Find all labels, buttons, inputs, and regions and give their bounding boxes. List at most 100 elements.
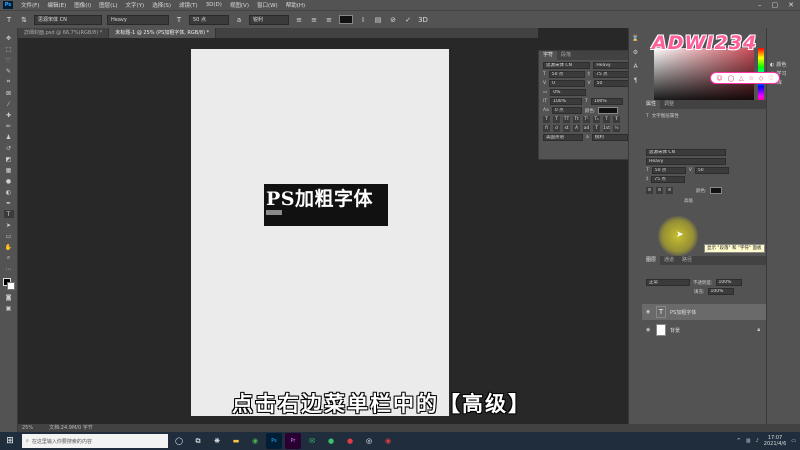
antialias-select[interactable]: 锐利 [249,14,289,25]
blend-mode-select[interactable]: 正常 [646,279,690,286]
props-align-center-icon[interactable]: ≡ [656,187,663,194]
netease-music-icon[interactable]: ◉ [380,433,396,449]
menu-view[interactable]: 视图(V) [226,1,253,9]
wechat-icon[interactable]: ✉ [304,433,320,449]
small-caps-button[interactable]: Tt [573,116,580,123]
opentype-ad-button[interactable]: ad [583,125,590,132]
props-align-left-icon[interactable]: ≡ [646,187,653,194]
quick-mask-icon[interactable]: ◙ [4,293,14,301]
tab-adjustments[interactable]: 调整 [660,100,678,109]
file-explorer-icon[interactable]: ▬ [228,433,244,449]
char-baseline[interactable]: 0 点 [551,107,582,114]
maximize-icon[interactable]: ▢ [772,1,779,9]
eraser-tool-icon[interactable]: ◩ [4,155,14,163]
healing-tool-icon[interactable]: ✚ [4,111,14,119]
document-canvas[interactable] [191,49,449,416]
opentype-swash-button[interactable]: σ [553,125,560,132]
menu-layer[interactable]: 图层(L) [95,1,121,9]
type-tool-icon[interactable]: T [4,15,14,25]
document-info[interactable]: 文档:24.9M/0 字节 [49,424,93,432]
superscript-button[interactable]: T¹ [583,116,590,123]
fill-field[interactable]: 100% [707,288,734,295]
tab-paths[interactable]: 路径 [678,256,696,265]
quick-select-tool-icon[interactable]: ✎ [4,67,14,75]
tab-paragraph[interactable]: 段落 [557,51,575,60]
char-leading[interactable]: 75 点 [593,71,629,78]
props-size[interactable]: 50 点 [651,167,686,174]
menu-select[interactable]: 选择(S) [148,1,175,9]
dodge-tool-icon[interactable]: ◐ [4,188,14,196]
cancel-icon[interactable]: ⊘ [388,15,398,25]
brush-tool-icon[interactable]: ✏ [4,122,14,130]
strikethrough-button[interactable]: Ŧ [613,116,620,123]
char-kerning[interactable]: 0 [549,80,585,87]
menu-window[interactable]: 窗口(W) [253,1,282,9]
align-center-icon[interactable]: ≡ [309,15,319,25]
app-grid-icon[interactable]: ❋ [209,433,225,449]
green-app-icon[interactable]: ● [323,433,339,449]
menu-file[interactable]: 文件(F) [17,1,43,9]
volume-icon[interactable]: ♪ [756,438,759,444]
photoshop-taskbar-icon[interactable]: Ps [266,433,282,449]
history-brush-icon[interactable]: ↺ [4,144,14,152]
chrome-icon[interactable]: ◉ [247,433,263,449]
opentype-1st-button[interactable]: 1st [603,125,610,132]
task-view-icon[interactable]: ⧉ [190,433,206,449]
zoom-tool-icon[interactable]: ⌕ [4,254,14,262]
menu-help[interactable]: 帮助(H) [282,1,309,9]
cortana-icon[interactable]: ◯ [171,433,187,449]
props-tracking[interactable]: 50 [694,167,729,174]
text-color-swatch[interactable] [339,15,353,24]
crop-tool-icon[interactable]: ⌗ [4,78,14,86]
opentype-st-button[interactable]: st [563,125,570,132]
gradient-tool-icon[interactable]: ▦ [4,166,14,174]
hand-tool-icon[interactable]: ✋ [4,243,14,251]
props-align-right-icon[interactable]: ≡ [666,187,673,194]
panels-toggle-icon[interactable]: ▤ [373,15,383,25]
tab-properties[interactable]: 属性 [642,100,661,109]
tab-channels[interactable]: 通道 [660,256,678,265]
menu-image[interactable]: 图像(I) [70,1,95,9]
char-font-family[interactable]: 思源宋体 CN [543,62,591,69]
paragraph-icon[interactable]: ¶ [631,76,641,84]
premiere-taskbar-icon[interactable]: Pr [285,433,301,449]
all-caps-button[interactable]: TT [563,116,570,123]
warp-text-icon[interactable]: Ⅰ [358,15,368,25]
char-antialias[interactable]: 锐利 [591,134,628,141]
tab-layers[interactable]: 图层 [642,256,661,265]
white-app-icon[interactable]: ◎ [361,433,377,449]
more-tools-icon[interactable]: ⋯ [4,265,14,273]
move-tool-icon[interactable]: ✥ [4,34,14,42]
canvas-text-layer[interactable]: PS加粗字体 [264,184,388,226]
3d-icon[interactable]: 3D [418,15,428,25]
char-horizontal-scale[interactable]: 100% [590,98,623,105]
menu-edit[interactable]: 编辑(E) [43,1,70,9]
shape-tool-icon[interactable]: ▭ [4,232,14,240]
char-language[interactable]: 美国英语 [543,134,583,141]
menu-type[interactable]: 文字(Y) [122,1,149,9]
zoom-level[interactable]: 25% [22,424,33,432]
props-font-style[interactable]: Heavy [646,158,726,165]
char-font-style[interactable]: Heavy [593,62,629,69]
tab-document-1[interactable]: 詳细封面.psd @ 66.7%(RGB/8) * [18,28,110,38]
align-right-icon[interactable]: ≡ [324,15,334,25]
props-color-swatch[interactable] [709,187,722,194]
path-select-tool-icon[interactable]: ➤ [4,221,14,229]
advanced-button[interactable]: 高级 [684,198,693,204]
history-icon[interactable]: ⌛ [631,34,641,42]
font-family-select[interactable]: 思源宋体 CN [34,14,102,25]
clock[interactable]: 17:07 2021/4/6 [764,435,786,447]
lasso-tool-icon[interactable]: ➰ [4,56,14,64]
font-style-select[interactable]: Heavy [107,14,169,25]
char-vertical-scale[interactable]: 100% [550,98,583,105]
commit-check-icon[interactable]: ✓ [403,15,413,25]
subscript-button[interactable]: T₁ [593,116,600,123]
props-leading[interactable]: 75 点 [651,176,686,183]
screen-mode-icon[interactable]: ▣ [4,304,14,312]
opacity-field[interactable]: 100% [715,279,742,286]
char-tsume[interactable]: 0% [550,89,587,96]
props-font-family[interactable]: 思源宋体 CN [646,149,726,156]
eyedropper-tool-icon[interactable]: ⁄ [4,100,14,108]
minimize-icon[interactable]: – [758,1,762,9]
layer-row-background[interactable]: ◉ 背景 🔒︎ [642,322,766,338]
